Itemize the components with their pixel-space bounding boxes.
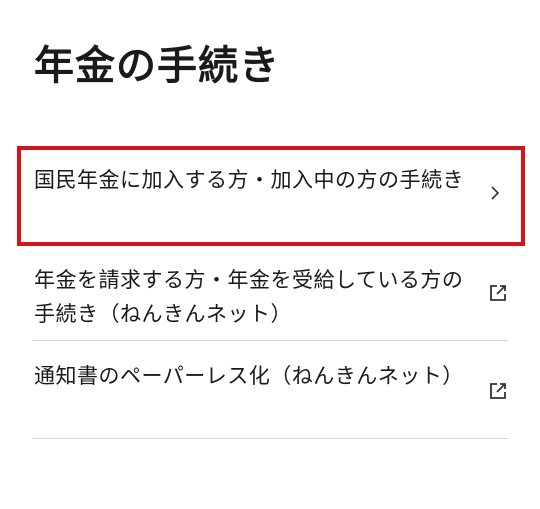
link-pension-claim-procedures[interactable]: 年金を請求する方・年金を受給している方の手続き（ねんきんネット） [32,243,508,341]
link-label: 年金を請求する方・年金を受給している方の手続き（ねんきんネット） [34,268,464,326]
link-label: 国民年金に加入する方・加入中の方の手続き [34,168,464,192]
link-label: 通知書のペーパーレス化（ねんきんネット） [34,364,464,388]
external-link-icon [490,285,506,301]
procedure-link-list: 国民年金に加入する方・加入中の方の手続き 年金を請求する方・年金を受給している方… [32,145,508,439]
page-title: 年金の手続き [34,43,280,89]
chevron-right-icon [491,186,500,200]
link-paperless-notices[interactable]: 通知書のペーパーレス化（ねんきんネット） [32,341,508,439]
external-link-icon [490,383,506,399]
link-national-pension-enrollment[interactable]: 国民年金に加入する方・加入中の方の手続き [32,145,508,243]
